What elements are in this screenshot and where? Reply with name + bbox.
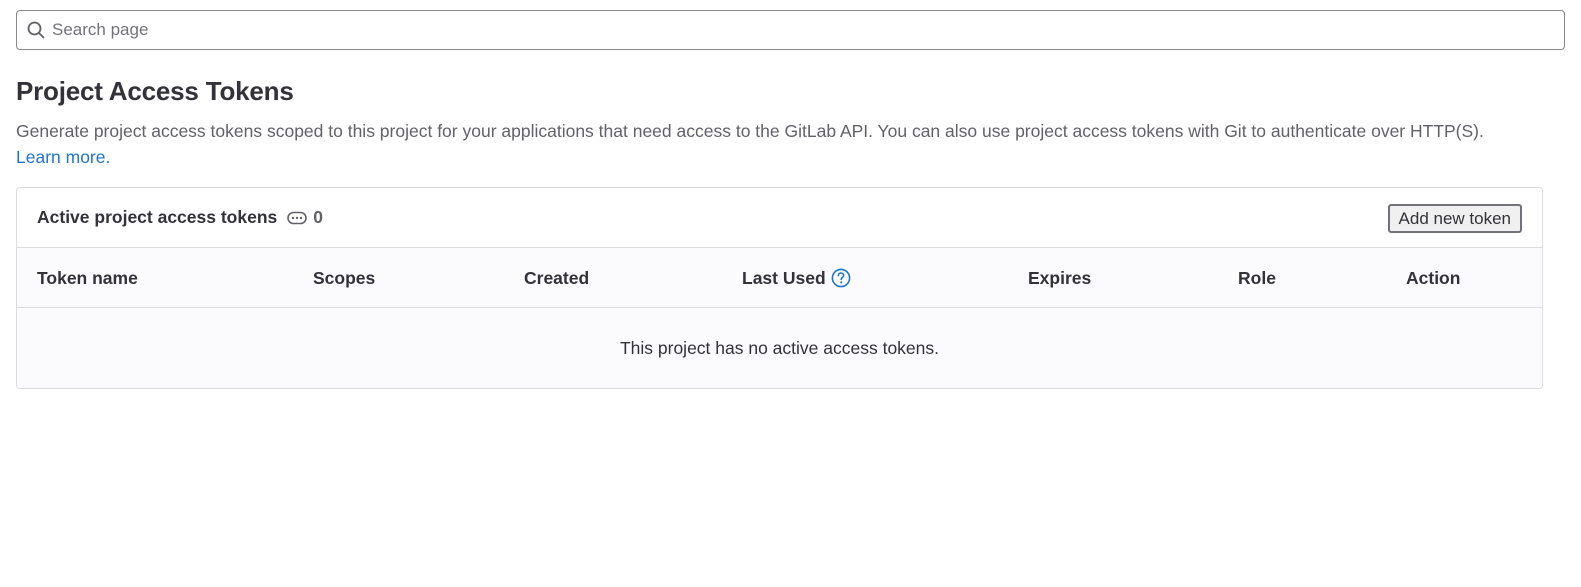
column-header-created: Created xyxy=(524,267,590,288)
card-header: Active project access tokens 0 Add new t… xyxy=(17,188,1542,248)
question-circle-icon[interactable] xyxy=(831,268,851,288)
empty-state-message: This project has no active access tokens… xyxy=(17,308,1542,388)
token-icon xyxy=(287,208,308,228)
column-header-token-name: Token name xyxy=(37,267,138,288)
active-tokens-card: Active project access tokens 0 Add new t… xyxy=(16,187,1543,389)
column-header-last-used: Last Used xyxy=(742,248,851,308)
page: Project Access Tokens Generate project a… xyxy=(0,0,1581,587)
tokens-table-header: Token name Scopes Created Last Used Expi… xyxy=(17,248,1542,308)
search-input[interactable] xyxy=(52,20,1532,40)
column-header-last-used-label: Last Used xyxy=(742,267,826,288)
search-icon xyxy=(26,20,46,40)
column-header-action: Action xyxy=(1406,267,1461,288)
learn-more-link[interactable]: Learn more. xyxy=(16,147,110,167)
page-description: Generate project access tokens scoped to… xyxy=(16,118,1516,170)
column-header-scopes: Scopes xyxy=(313,267,376,288)
column-header-role: Role xyxy=(1238,267,1276,288)
search-box[interactable] xyxy=(16,10,1565,50)
add-new-token-button[interactable]: Add new token xyxy=(1387,204,1522,233)
card-title: Active project access tokens xyxy=(37,207,278,227)
token-count: 0 xyxy=(313,207,323,227)
column-header-expires: Expires xyxy=(1028,267,1092,288)
description-text: Generate project access tokens scoped to… xyxy=(16,121,1484,141)
page-title: Project Access Tokens xyxy=(16,76,294,106)
token-count-badge: 0 xyxy=(287,207,323,228)
